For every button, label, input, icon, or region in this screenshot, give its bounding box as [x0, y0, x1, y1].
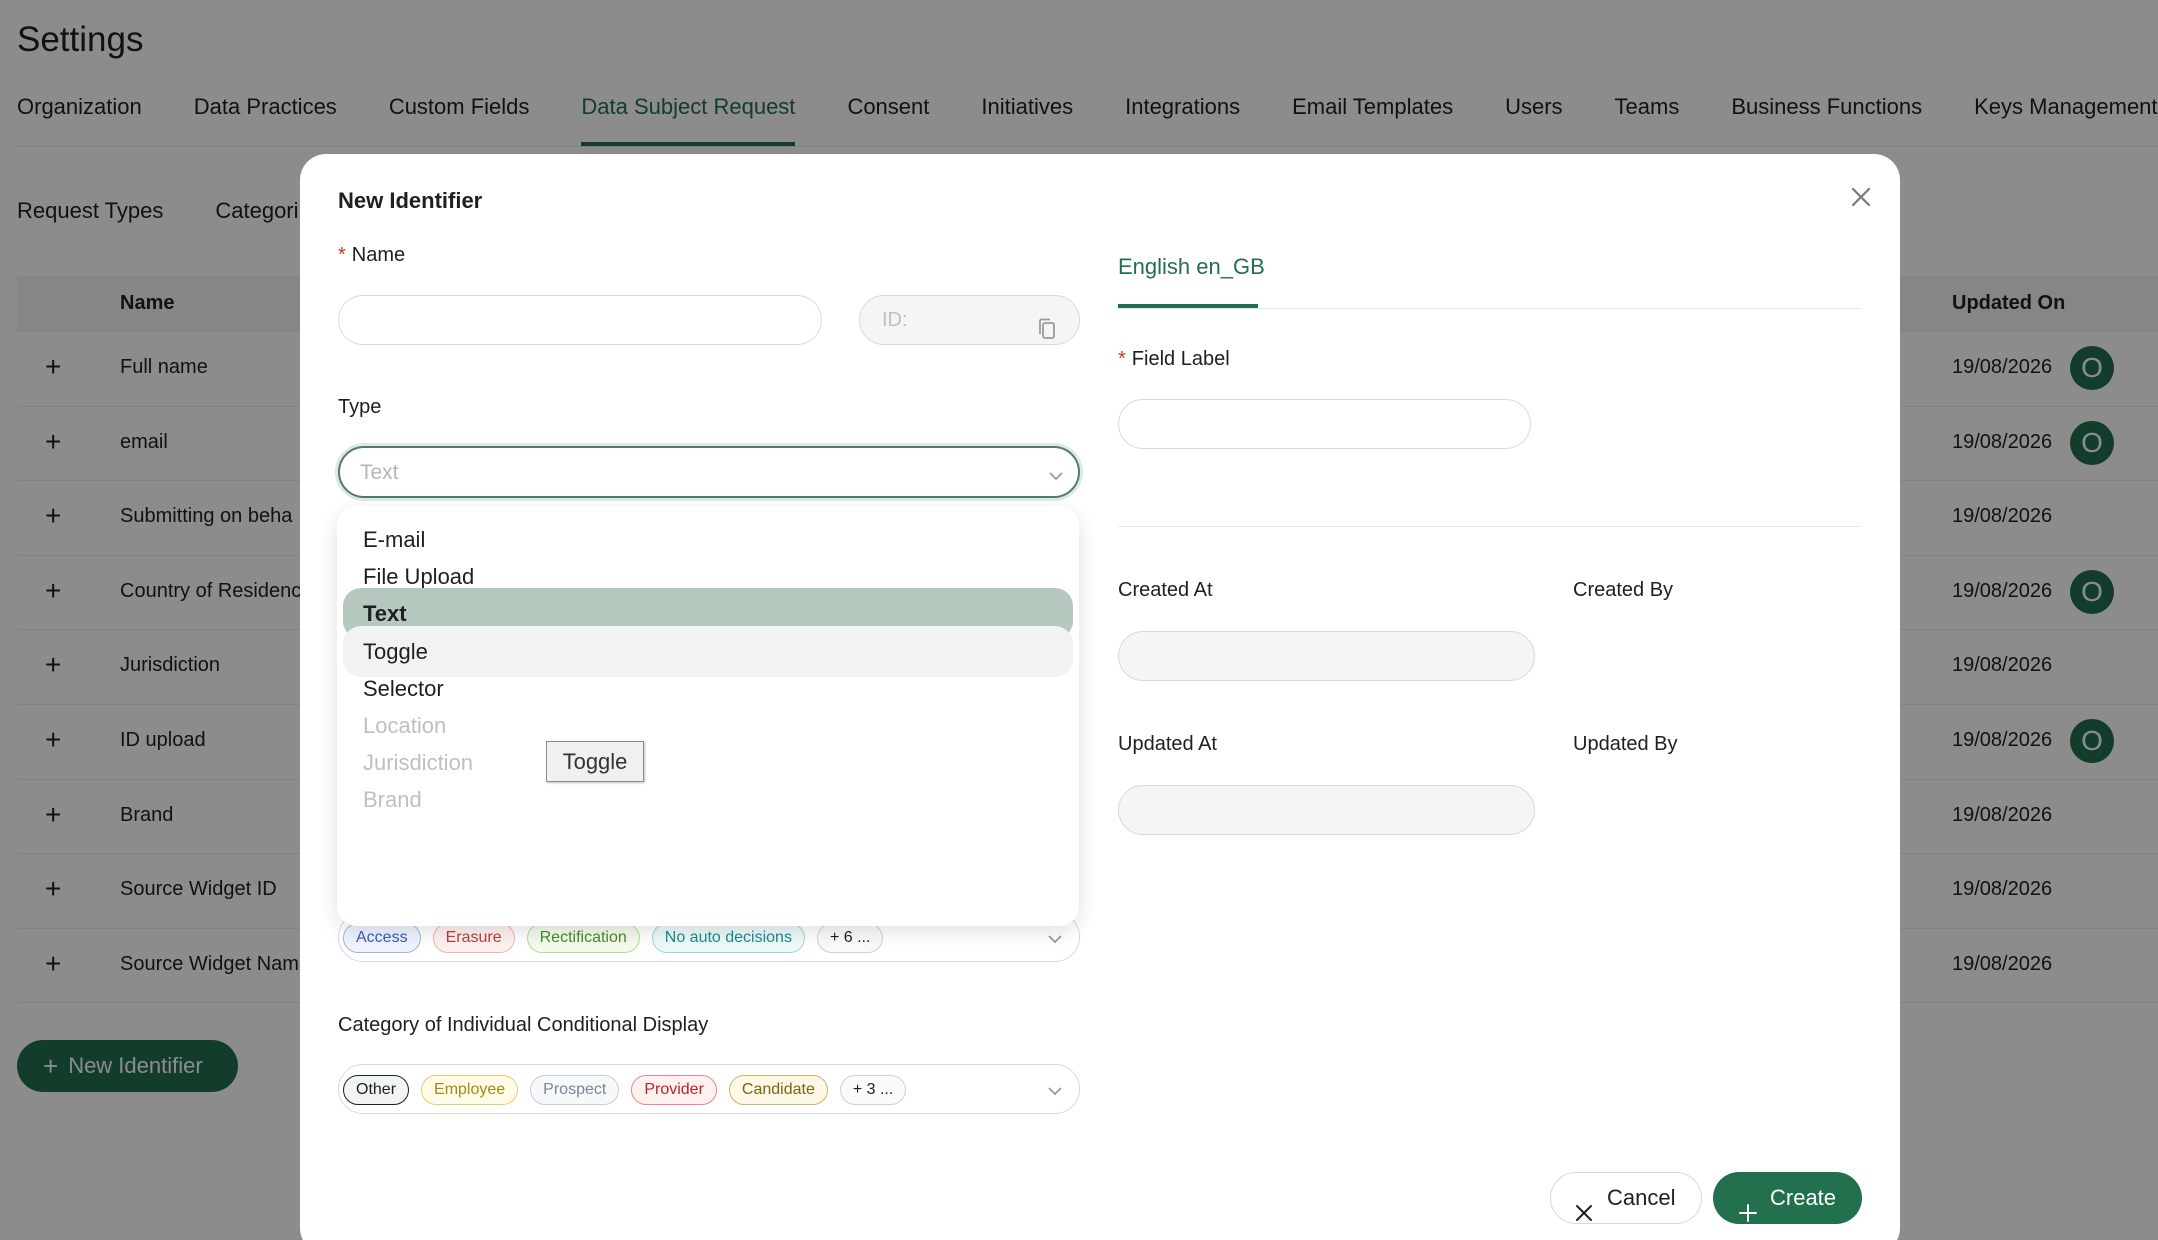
field-label-input[interactable] [1118, 399, 1531, 449]
created-by-label: Created By [1573, 579, 1674, 601]
chevron-down-icon [1047, 931, 1063, 944]
tag-candidate: Candidate [728, 1075, 828, 1105]
tag-rectification: Rectification [526, 923, 640, 953]
tag-employee: Employee [421, 1075, 519, 1105]
updated-at-label: Updated At [1118, 733, 1217, 755]
tab-english-en-gb[interactable]: English en_GB [1118, 254, 1265, 280]
chevron-down-icon [1048, 468, 1064, 481]
type-option-brand: Brand [363, 787, 422, 812]
created-at-label: Created At [1118, 579, 1213, 601]
category-label: Category of Individual Conditional Displ… [338, 1014, 709, 1036]
tag-no-auto-decisions: No auto decisions [651, 923, 805, 953]
tag-access: Access [343, 923, 421, 953]
name-input[interactable] [338, 295, 822, 345]
type-select-value: Text [360, 461, 399, 484]
type-dropdown-menu: E-mail File Upload Text Toggle Selector Locat… [337, 506, 1079, 926]
updated-by-label: Updated By [1573, 733, 1678, 755]
tag-erasure: Erasure [432, 923, 515, 953]
id-field[interactable]: ID: [859, 295, 1080, 345]
name-label: * Name [338, 244, 406, 266]
plus-icon [1739, 1189, 1757, 1222]
new-identifier-modal: New Identifier * Name ID: Type Text Acces… [300, 154, 1900, 1240]
field-label-label: * Field Label [1118, 348, 1230, 370]
created-at-field [1118, 631, 1535, 681]
modal-title: New Identifier [338, 188, 483, 213]
tag-other: Other [343, 1075, 410, 1105]
close-icon[interactable] [1848, 184, 1874, 210]
tooltip: Toggle [546, 741, 644, 782]
type-label: Type [338, 396, 382, 418]
tag-provider: Provider [631, 1075, 717, 1105]
create-button[interactable]: Create [1713, 1172, 1862, 1224]
chevron-down-icon [1047, 1083, 1063, 1096]
category-select[interactable]: Other Employee Prospect Provider Candidate + … [338, 1064, 1080, 1114]
copy-icon[interactable] [1037, 310, 1057, 339]
section-divider [1118, 526, 1860, 527]
updated-at-field [1118, 785, 1535, 835]
id-placeholder: ID: [882, 309, 908, 331]
required-mark: * [1118, 348, 1126, 370]
category-tags: Other Employee Prospect Provider Candidate + … [343, 1075, 918, 1105]
tag-prospect: Prospect [530, 1075, 620, 1105]
request-type-tags: Access Erasure Rectification No auto decisi… [343, 923, 895, 953]
tag-6: + 6 ... [816, 923, 884, 953]
type-select[interactable]: Text [338, 446, 1080, 498]
required-mark: * [338, 244, 346, 266]
tabs-divider [1118, 308, 1860, 309]
tag-3: + 3 ... [839, 1075, 907, 1105]
close-icon [1575, 1190, 1593, 1221]
cancel-button[interactable]: Cancel [1550, 1172, 1702, 1224]
